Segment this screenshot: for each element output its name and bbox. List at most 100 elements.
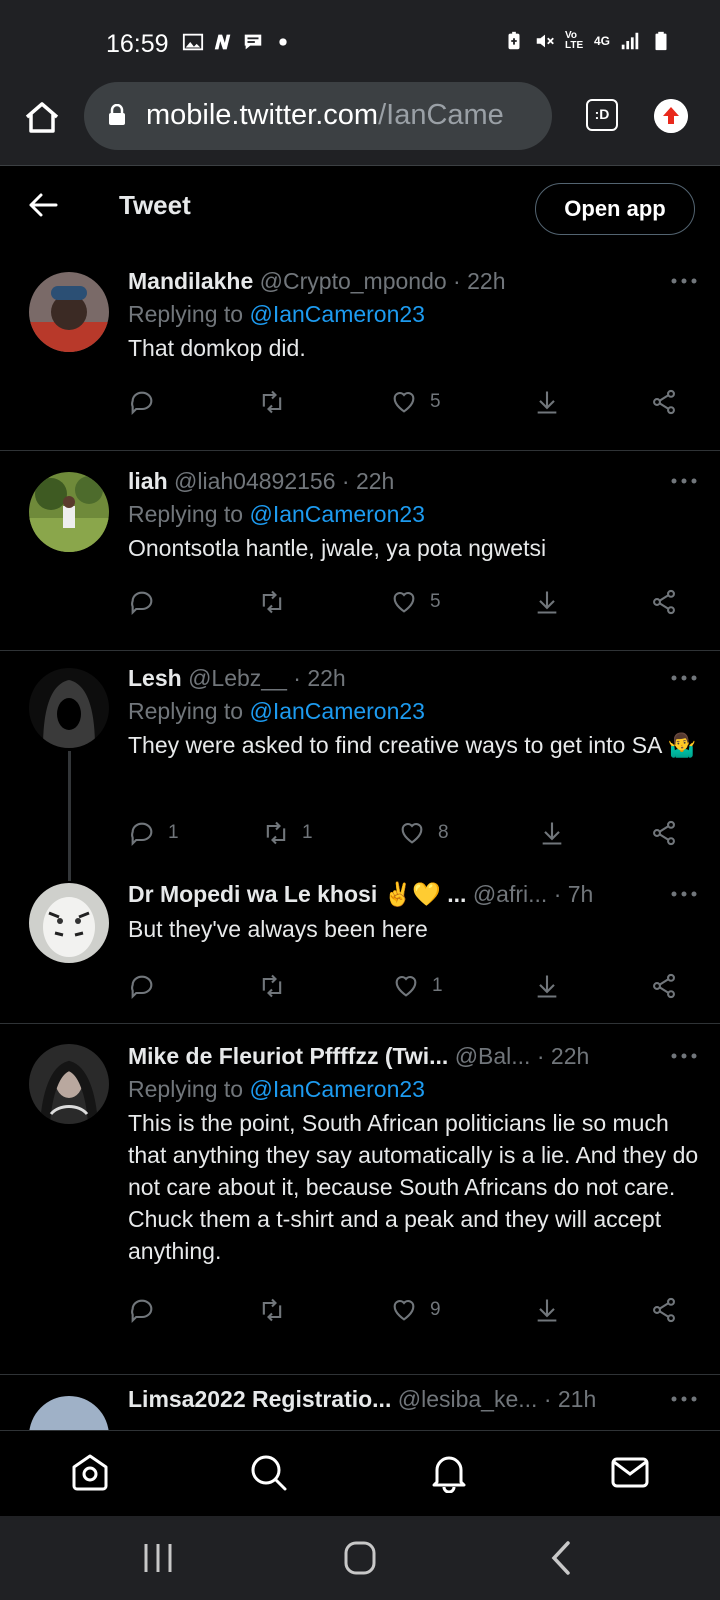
replying-to: Replying to @IanCameron23 (128, 496, 700, 532)
mention-link[interactable]: @IanCameron23 (249, 501, 425, 527)
more-options-icon[interactable] (668, 663, 700, 693)
messages-icon[interactable] (609, 1451, 651, 1493)
more-options-icon[interactable] (668, 1384, 700, 1414)
tweet-header-line: Lesh @Lebz__ · 22h (128, 663, 700, 693)
tweet-text: Onontsotla hantle, jwale, ya pota ngwets… (128, 535, 547, 561)
author-name[interactable]: Lesh (128, 665, 182, 691)
url-path: /IanCame (378, 99, 504, 131)
status-bar: 16:59 Vo LTE 4G (0, 0, 720, 82)
more-options-icon[interactable] (668, 879, 700, 909)
recents-icon[interactable] (138, 1540, 178, 1576)
url-text: mobile.twitter.com/IanCame (146, 99, 504, 132)
share-button[interactable] (650, 815, 678, 851)
like-button[interactable]: 5 (390, 384, 441, 420)
tweet[interactable]: liah @liah04892156 · 22h Replying to @Ia… (0, 451, 720, 650)
author-handle[interactable]: @Bal... (455, 1043, 531, 1069)
retweet-button[interactable] (258, 1292, 298, 1328)
tweet-text: But they've always been here (128, 916, 428, 942)
reply-button[interactable] (128, 1292, 168, 1328)
share-button[interactable] (650, 968, 678, 1004)
share-icon (653, 1297, 675, 1323)
home-circle-icon[interactable] (340, 1540, 380, 1576)
avatar[interactable] (29, 472, 109, 552)
tweet-actions: 5 (128, 584, 700, 620)
timestamp[interactable]: 21h (558, 1386, 596, 1412)
save-button[interactable] (538, 815, 566, 851)
mention-link[interactable]: @IanCameron23 (249, 698, 425, 724)
avatar[interactable] (29, 883, 109, 963)
reply-button[interactable] (128, 584, 168, 620)
timestamp[interactable]: 22h (467, 268, 505, 294)
url-domain: mobile.twitter.com (146, 99, 379, 131)
author-name[interactable]: Mike de Fleuriot Pffffzz (Twi... (128, 1043, 448, 1069)
mention-link[interactable]: @IanCameron23 (249, 301, 425, 327)
timestamp[interactable]: 22h (551, 1043, 589, 1069)
replying-prefix: Replying to (128, 301, 250, 327)
tab-switcher-button[interactable]: :D (586, 99, 618, 131)
share-icon (653, 820, 675, 846)
reply-button[interactable] (128, 384, 168, 420)
avatar[interactable] (29, 1044, 109, 1124)
tweet-text: That domkop did. (128, 335, 306, 361)
author-handle[interactable]: @Crypto_mpondo (260, 268, 447, 294)
mention-link[interactable]: @IanCameron23 (249, 1076, 425, 1102)
timestamp[interactable]: 7h (568, 881, 594, 907)
tweet[interactable]: Limsa2022 Registratio... @lesiba_ke... ·… (0, 1375, 720, 1430)
reply-icon (131, 822, 153, 847)
tweet-actions: 5 (128, 384, 700, 420)
tweet[interactable]: Lesh @Lebz__ · 22h Replying to @IanCamer… (0, 651, 720, 881)
replies-feed[interactable]: Mandilakhe @Crypto_mpondo · 22h Replying… (0, 244, 720, 1430)
author-handle[interactable]: @afri... (473, 881, 547, 907)
avatar[interactable] (29, 1396, 109, 1430)
retweet-button[interactable] (258, 584, 298, 620)
back-arrow-icon[interactable] (26, 188, 60, 222)
notifications-icon[interactable] (428, 1451, 470, 1493)
author-name[interactable]: Dr Mopedi wa Le khosi ✌️💛 ... (128, 881, 466, 907)
back-chevron-icon[interactable] (542, 1540, 582, 1576)
share-button[interactable] (650, 1292, 678, 1328)
author-handle[interactable]: @liah04892156 (174, 468, 335, 494)
like-count: 5 (430, 591, 441, 612)
volte-label: Vo LTE (564, 30, 584, 51)
avatar[interactable] (29, 668, 109, 748)
reply-button[interactable] (128, 968, 168, 1004)
url-bar[interactable]: mobile.twitter.com/IanCame (84, 82, 552, 150)
upload-extension-icon[interactable] (654, 99, 688, 133)
author-name[interactable]: Limsa2022 Registratio... (128, 1386, 391, 1412)
reply-button[interactable]: 1 (128, 815, 179, 851)
separator-dot: · (286, 665, 308, 691)
share-button[interactable] (650, 584, 678, 620)
open-app-button[interactable]: Open app (535, 183, 695, 235)
author-name[interactable]: liah (128, 468, 168, 494)
search-icon[interactable] (247, 1451, 289, 1493)
save-button[interactable] (533, 584, 561, 620)
share-icon (653, 389, 675, 415)
browser-home-icon[interactable] (22, 98, 62, 138)
more-options-icon[interactable] (668, 466, 700, 496)
more-options-icon[interactable] (668, 1041, 700, 1071)
tweet-header-line: Mandilakhe @Crypto_mpondo · 22h (128, 266, 700, 296)
timestamp[interactable]: 22h (356, 468, 394, 494)
retweet-button[interactable]: 1 (262, 815, 313, 851)
save-button[interactable] (533, 1292, 561, 1328)
timestamp[interactable]: 22h (307, 665, 345, 691)
like-button[interactable]: 5 (390, 584, 441, 620)
author-name[interactable]: Mandilakhe (128, 268, 253, 294)
like-button[interactable]: 8 (398, 815, 449, 851)
tweet[interactable]: Dr Mopedi wa Le khosi ✌️💛 ... @afri... ·… (0, 876, 720, 1034)
author-handle[interactable]: @lesiba_ke... (398, 1386, 538, 1412)
tweet[interactable]: Mike de Fleuriot Pffffzz (Twi... @Bal...… (0, 1024, 720, 1354)
avatar[interactable] (29, 272, 109, 352)
retweet-button[interactable] (258, 968, 298, 1004)
save-button[interactable] (533, 968, 561, 1004)
tweet-header: Tweet Open app (0, 166, 720, 244)
tweet[interactable]: Mandilakhe @Crypto_mpondo · 22h Replying… (0, 244, 720, 450)
retweet-button[interactable] (258, 384, 298, 420)
share-button[interactable] (650, 384, 678, 420)
save-button[interactable] (533, 384, 561, 420)
author-handle[interactable]: @Lebz__ (188, 665, 287, 691)
like-button[interactable]: 9 (390, 1292, 441, 1328)
like-button[interactable]: 1 (392, 968, 443, 1004)
home-icon[interactable] (69, 1451, 111, 1493)
more-options-icon[interactable] (668, 266, 700, 296)
